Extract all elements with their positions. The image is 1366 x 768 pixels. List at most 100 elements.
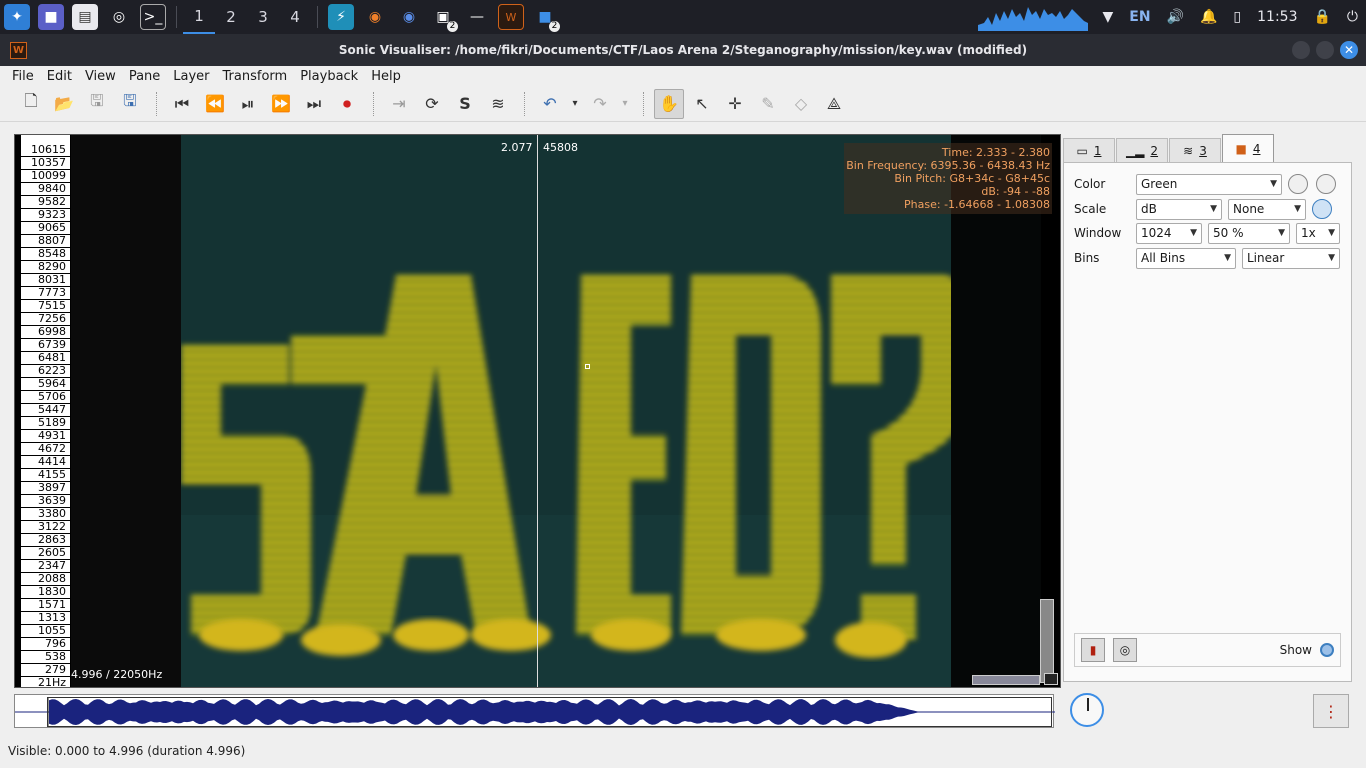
workspace-2[interactable]: 2 <box>215 0 247 34</box>
window-count-badge-2: 2 <box>549 21 560 32</box>
threshold-knob[interactable] <box>1312 199 1332 219</box>
kali-menu-icon[interactable]: ✦ <box>4 4 30 30</box>
erase-tool-icon[interactable]: ◇ <box>786 89 816 119</box>
tab-spectrogram[interactable]: ■ 4 <box>1222 134 1274 162</box>
power-icon[interactable]: ⏻ <box>1347 9 1358 25</box>
menu-view[interactable]: View <box>85 69 116 84</box>
workspace-1[interactable]: 1 <box>183 0 215 34</box>
measure-tool-icon[interactable]: ⟁ <box>819 89 849 119</box>
loop-icon[interactable]: ⟳ <box>417 89 447 119</box>
volume-icon[interactable]: 🔊 <box>1167 9 1184 25</box>
wifi-icon[interactable]: ▼ <box>1102 9 1113 25</box>
tab-pane[interactable]: ▭ 1 <box>1063 138 1115 162</box>
workspace-4[interactable]: 4 <box>279 0 311 34</box>
redo-icon[interactable]: ↷ <box>585 89 615 119</box>
oversampling-select[interactable]: 1x ▼ <box>1296 222 1340 244</box>
redo-dropdown-icon[interactable]: ▾ <box>618 89 632 119</box>
layer-color-button[interactable]: ▮ <box>1081 638 1105 662</box>
frequency-tick: 279 <box>45 663 66 676</box>
menu-layer[interactable]: Layer <box>173 69 209 84</box>
fast-forward-icon[interactable]: ⏩ <box>266 89 296 119</box>
frequency-scale-select[interactable]: Linear ▼ <box>1242 247 1340 269</box>
menu-edit[interactable]: Edit <box>47 69 72 84</box>
play-parameters-button[interactable]: ◎ <box>1113 638 1137 662</box>
overview-waveform[interactable] <box>14 694 1055 728</box>
menu-help[interactable]: Help <box>371 69 401 84</box>
bins-select[interactable]: All Bins ▼ <box>1136 247 1236 269</box>
scale-select[interactable]: dB ▼ <box>1136 198 1222 220</box>
open-file-icon[interactable]: 📂 <box>49 89 79 119</box>
spectrogram-properties: Color Green ▼ Scale dB ▼ None ▼ Window 1024… <box>1063 162 1352 682</box>
rewind-icon[interactable]: ⏪ <box>200 89 230 119</box>
new-session-icon[interactable]: 🗋 <box>16 89 46 119</box>
navigate-tool-icon[interactable]: ✋ <box>654 88 684 119</box>
app-shortcut-icon[interactable]: ⚡ <box>328 4 354 30</box>
pane-icon: ▭ <box>1076 143 1088 158</box>
terminal-icon[interactable]: >_ <box>140 4 166 30</box>
firefox-icon[interactable]: ◉ <box>362 4 388 30</box>
play-pause-icon[interactable]: ⏯ <box>233 89 263 119</box>
spectrogram-canvas[interactable] <box>181 135 951 688</box>
playback-speed-dial[interactable] <box>1070 693 1104 727</box>
menu-pane[interactable]: Pane <box>129 69 160 84</box>
window-size-select[interactable]: 1024 ▼ <box>1136 222 1202 244</box>
file-manager-icon[interactable]: ▤ <box>72 4 98 30</box>
lock-icon[interactable]: 🔒 <box>1313 9 1330 25</box>
undo-icon[interactable]: ↶ <box>535 89 565 119</box>
select-tool-icon[interactable]: ↖ <box>687 89 717 119</box>
menu-playback[interactable]: Playback <box>300 69 358 84</box>
tab-time-ruler[interactable]: ▁▂ 2 <box>1116 138 1168 162</box>
notification-bell-icon[interactable]: 🔔 <box>1200 9 1217 25</box>
battery-icon[interactable]: ▯ <box>1233 9 1241 25</box>
frequency-tick: 5189 <box>38 416 66 429</box>
zoom-reset-button[interactable] <box>1044 673 1058 685</box>
spectrogram-pane[interactable]: 10615 10357 10099 9840 9582 9323 9065 8807 8548 8… <box>14 134 1061 688</box>
record-icon[interactable]: ⏺ <box>332 89 362 119</box>
gain-knob[interactable] <box>1316 174 1336 194</box>
mouse-cursor-marker <box>585 364 590 369</box>
play-selection-icon[interactable]: ⇥ <box>384 89 414 119</box>
draw-tool-icon[interactable]: ✎ <box>753 89 783 119</box>
show-desktop-icon[interactable]: ■ <box>38 4 64 30</box>
show-layer-toggle[interactable] <box>1320 643 1334 657</box>
workspace-3[interactable]: 3 <box>247 0 279 34</box>
solo-icon[interactable]: S <box>450 89 480 119</box>
color-select[interactable]: Green ▼ <box>1136 173 1282 195</box>
waveform-icon: ≋ <box>1183 143 1194 158</box>
maximize-button[interactable] <box>1316 41 1334 59</box>
toolbar-grip <box>643 91 646 116</box>
web-browser-icon[interactable]: ◎ <box>106 4 132 30</box>
menu-file[interactable]: File <box>12 69 34 84</box>
undo-dropdown-icon[interactable]: ▾ <box>568 89 582 119</box>
fast-forward-end-icon[interactable]: ⏭ <box>299 89 329 119</box>
system-tray: ▼ EN 🔊 🔔 ▯ 11:53 🔒 ⏻ <box>978 0 1366 34</box>
menu-transform[interactable]: Transform <box>223 69 288 84</box>
normalization-select[interactable]: None ▼ <box>1228 198 1306 220</box>
color-rotation-knob[interactable] <box>1288 174 1308 194</box>
horizontal-zoom-slider[interactable] <box>972 675 1040 685</box>
layer-menu-button[interactable]: ⋮ <box>1313 694 1349 728</box>
color-row: Color Green ▼ <box>1074 173 1344 195</box>
move-tool-icon[interactable]: ✛ <box>720 89 750 119</box>
minimize-button[interactable] <box>1292 41 1310 59</box>
frequency-tick: 10357 <box>31 156 66 169</box>
save-icon[interactable]: 🖫 <box>82 89 112 119</box>
align-icon[interactable]: ≋ <box>483 89 513 119</box>
frequency-tick: 6998 <box>38 325 66 338</box>
minimized-window-icon[interactable]: — <box>464 4 490 30</box>
window-overlap-select[interactable]: 50 % ▼ <box>1208 222 1290 244</box>
rewind-start-icon[interactable]: ⏮ <box>167 89 197 119</box>
clock[interactable]: 11:53 <box>1257 9 1297 25</box>
tab-waveform[interactable]: ≋ 3 <box>1169 138 1221 162</box>
close-button[interactable]: ✕ <box>1340 41 1358 59</box>
keyboard-layout[interactable]: EN <box>1129 9 1150 25</box>
layer-stack-icon: ⋮ <box>1323 701 1339 721</box>
save-as-icon[interactable]: 🖫 <box>115 89 145 119</box>
folder-group-icon[interactable]: ■ 2 <box>532 4 560 32</box>
info-phase: Phase: -1.64668 - 1.08308 <box>904 198 1050 211</box>
sonic-visualiser-task-icon[interactable]: W <box>498 4 524 30</box>
terminal-group-icon[interactable]: ▣ 2 <box>430 4 458 32</box>
vertical-zoom-slider[interactable] <box>1040 599 1054 683</box>
overview-visible-region[interactable] <box>47 697 1052 727</box>
chromium-icon[interactable]: ◉ <box>396 4 422 30</box>
